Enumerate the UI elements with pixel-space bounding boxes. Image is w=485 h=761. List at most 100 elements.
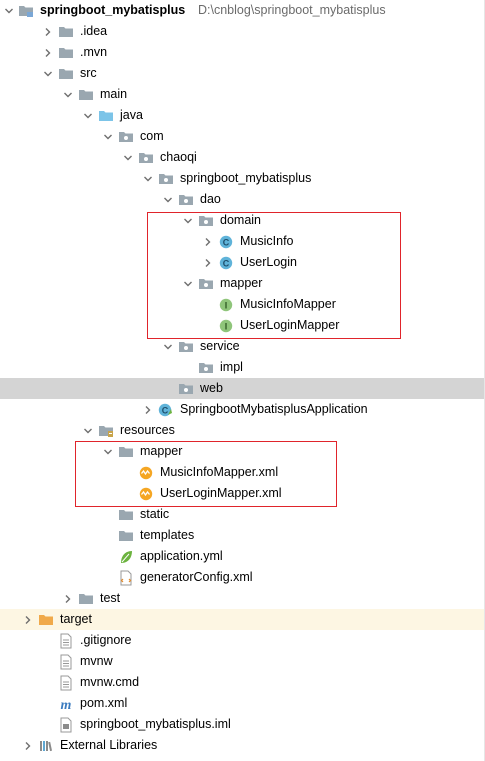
tree-node-java[interactable]: java xyxy=(0,105,485,126)
tree-node-external-libraries[interactable]: External Libraries xyxy=(0,735,485,756)
spring-boot-class-icon: C xyxy=(158,399,174,420)
package-icon xyxy=(198,357,214,378)
tree-node-label: templates xyxy=(140,528,195,542)
tree-node-target[interactable]: target xyxy=(0,609,485,630)
tree-node-label: main xyxy=(100,87,128,101)
maven-icon: m xyxy=(58,693,74,714)
tree-node-label: impl xyxy=(220,360,243,374)
chevron-down-icon[interactable] xyxy=(42,63,54,84)
project-path: D:\cnblog\springboot_mybatisplus xyxy=(198,3,386,17)
source-folder-icon xyxy=(98,105,114,126)
tree-node-service[interactable]: service xyxy=(0,336,485,357)
tree-node-label: com xyxy=(140,129,164,143)
tree-node-springboot-package[interactable]: springboot_mybatisplus xyxy=(0,168,485,189)
chevron-down-icon[interactable] xyxy=(102,126,114,147)
tree-node-com[interactable]: com xyxy=(0,126,485,147)
tree-node-label: .gitignore xyxy=(80,633,132,647)
tree-node-test[interactable]: test xyxy=(0,588,485,609)
tree-node-label: java xyxy=(120,108,143,122)
project-folder-icon xyxy=(18,0,34,21)
folder-icon xyxy=(118,504,134,525)
tree-node-templates[interactable]: templates xyxy=(0,525,485,546)
tree-node-web[interactable]: web xyxy=(0,378,485,399)
text-file-icon xyxy=(58,630,74,651)
tree-node-mvnw[interactable]: mvnw xyxy=(0,651,485,672)
chevron-down-icon[interactable] xyxy=(3,0,15,21)
tree-node-label: springboot_mybatisplus xyxy=(180,171,312,185)
resources-folder-icon xyxy=(98,420,114,441)
tree-node-label: resources xyxy=(120,423,175,437)
spring-config-icon xyxy=(118,546,134,567)
tree-node-label: application.yml xyxy=(140,549,223,563)
project-tree[interactable]: springboot_mybatisplus D:\cnblog\springb… xyxy=(0,0,485,761)
text-file-icon xyxy=(58,672,74,693)
tree-node-idea[interactable]: .idea xyxy=(0,21,485,42)
chevron-down-icon[interactable] xyxy=(162,336,174,357)
tree-node-gitignore[interactable]: .gitignore xyxy=(0,630,485,651)
chevron-down-icon[interactable] xyxy=(82,420,94,441)
tree-node-label: .mvn xyxy=(80,45,108,59)
excluded-folder-icon xyxy=(38,609,54,630)
tree-node-label: mvnw.cmd xyxy=(80,675,140,689)
libraries-icon xyxy=(38,735,54,756)
tree-node-label: .idea xyxy=(80,24,108,38)
annotation-box-dao-domain-mapper xyxy=(147,212,401,339)
tree-node-application-class[interactable]: C SpringbootMybatisplusApplication xyxy=(0,399,485,420)
tree-node-mvn[interactable]: .mvn xyxy=(0,42,485,63)
tree-node-main[interactable]: main xyxy=(0,84,485,105)
package-icon xyxy=(118,126,134,147)
tree-node-src[interactable]: src xyxy=(0,63,485,84)
package-icon xyxy=(178,336,194,357)
tree-node-label: springboot_mybatisplus.iml xyxy=(80,717,231,731)
chevron-right-icon[interactable] xyxy=(142,399,154,420)
tree-node-iml[interactable]: springboot_mybatisplus.iml xyxy=(0,714,485,735)
chevron-right-icon[interactable] xyxy=(62,588,74,609)
chevron-down-icon[interactable] xyxy=(62,84,74,105)
tree-node-resources[interactable]: resources xyxy=(0,420,485,441)
tree-node-impl[interactable]: impl xyxy=(0,357,485,378)
chevron-down-icon[interactable] xyxy=(82,105,94,126)
tree-node-label: External Libraries xyxy=(60,738,158,752)
folder-icon xyxy=(58,21,74,42)
tree-node-label: generatorConfig.xml xyxy=(140,570,253,584)
tree-node-label: src xyxy=(80,66,97,80)
chevron-right-icon[interactable] xyxy=(42,42,54,63)
tree-node-application-yml[interactable]: application.yml xyxy=(0,546,485,567)
svg-text:C: C xyxy=(162,405,169,415)
tree-node-label: mvnw xyxy=(80,654,113,668)
tree-node-label: pom.xml xyxy=(80,696,128,710)
tree-node-generatorconfig-xml[interactable]: generatorConfig.xml xyxy=(0,567,485,588)
folder-icon xyxy=(58,42,74,63)
chevron-down-icon[interactable] xyxy=(122,147,134,168)
text-file-icon xyxy=(58,651,74,672)
tree-node-pom-xml[interactable]: m pom.xml xyxy=(0,693,485,714)
tree-node-chaoqi[interactable]: chaoqi xyxy=(0,147,485,168)
xml-config-file-icon xyxy=(118,567,134,588)
chevron-right-icon[interactable] xyxy=(22,735,34,756)
package-icon xyxy=(138,147,154,168)
annotation-box-resources-mapper xyxy=(75,441,337,507)
folder-icon xyxy=(118,525,134,546)
chevron-down-icon[interactable] xyxy=(162,189,174,210)
chevron-down-icon[interactable] xyxy=(142,168,154,189)
iml-file-icon xyxy=(58,714,74,735)
chevron-right-icon[interactable] xyxy=(42,21,54,42)
tree-node-label: service xyxy=(200,339,240,353)
project-name: springboot_mybatisplus xyxy=(40,3,186,17)
package-icon xyxy=(158,168,174,189)
tree-node-label: target xyxy=(60,612,92,626)
tree-node-static[interactable]: static xyxy=(0,504,485,525)
package-icon xyxy=(178,378,194,399)
tree-node-label: static xyxy=(140,507,170,521)
tree-node-project-root[interactable]: springboot_mybatisplus D:\cnblog\springb… xyxy=(0,0,485,21)
tree-node-label: test xyxy=(100,591,121,605)
tree-node-label: chaoqi xyxy=(160,150,197,164)
tree-node-label: dao xyxy=(200,192,221,206)
package-icon xyxy=(178,189,194,210)
tree-node-mvnw-cmd[interactable]: mvnw.cmd xyxy=(0,672,485,693)
chevron-right-icon[interactable] xyxy=(22,609,34,630)
svg-text:m: m xyxy=(61,698,72,711)
folder-icon xyxy=(78,84,94,105)
tree-node-dao[interactable]: dao xyxy=(0,189,485,210)
tree-node-label: SpringbootMybatisplusApplication xyxy=(180,402,368,416)
